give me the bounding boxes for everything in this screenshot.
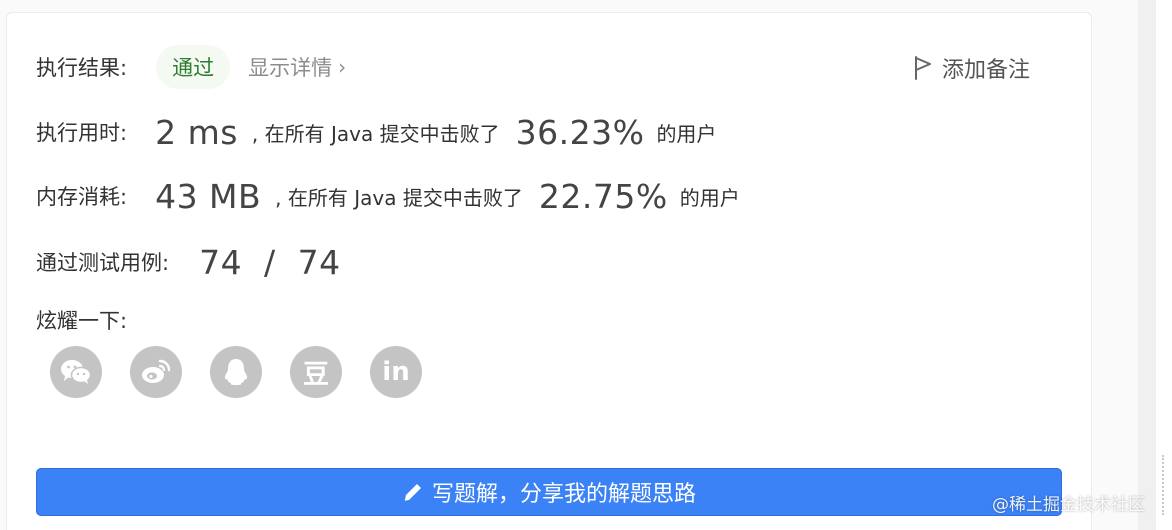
wechat-icon — [61, 360, 92, 384]
result-row: 执行结果: 通过 显示详情 › — [36, 45, 346, 89]
page: 执行结果: 通过 显示详情 › 添加备注 执行用时: 2 ms , 在所有 Ja… — [0, 0, 1172, 530]
right-scroll-strip — [1138, 0, 1172, 530]
watermark: @稀土掘金技术社区 — [992, 495, 1145, 515]
resize-handle[interactable] — [1162, 455, 1165, 515]
status-badge: 通过 — [156, 45, 231, 89]
share-qq-button[interactable] — [210, 346, 262, 398]
weibo-icon — [142, 359, 171, 383]
flag-icon — [915, 56, 931, 80]
share-wechat-button[interactable] — [50, 346, 102, 398]
share-label: 炫耀一下: — [36, 309, 128, 333]
memory-beat-text: , 在所有 Java 提交中击败了 — [275, 185, 523, 210]
testcases-label: 通过测试用例: — [36, 251, 170, 275]
pencil-icon — [404, 484, 421, 501]
runtime-label: 执行用时: — [36, 121, 128, 145]
share-linkedin-button[interactable]: in — [370, 346, 422, 398]
scrollbar-track[interactable] — [1138, 0, 1156, 530]
memory-label: 内存消耗: — [36, 185, 128, 209]
show-details-label: 显示详情 — [248, 56, 333, 80]
share-buttons: 豆 in — [50, 346, 450, 398]
share-row-label: 炫耀一下: — [36, 302, 127, 338]
qq-icon — [224, 359, 248, 385]
memory-percent: 22.75% — [538, 176, 668, 216]
testcases-value: 74 / 74 — [199, 242, 341, 282]
runtime-row: 执行用时: 2 ms , 在所有 Java 提交中击败了 36.23% 的用户 — [36, 110, 716, 154]
runtime-suffix: 的用户 — [656, 121, 717, 146]
memory-row: 内存消耗: 43 MB , 在所有 Java 提交中击败了 22.75% 的用户 — [36, 174, 740, 218]
chevron-right-icon: › — [338, 55, 347, 79]
add-note-label: 添加备注 — [942, 58, 1031, 83]
share-weibo-button[interactable] — [130, 346, 182, 398]
douban-icon: 豆 — [302, 359, 329, 390]
write-solution-label: 写题解，分享我的解题思路 — [431, 482, 696, 507]
write-solution-button[interactable]: 写题解，分享我的解题思路 — [36, 468, 1062, 516]
runtime-value: 2 ms — [155, 112, 238, 152]
show-details-link[interactable]: 显示详情 › — [248, 52, 346, 82]
share-douban-button[interactable]: 豆 — [290, 346, 342, 398]
result-label: 执行结果: — [36, 56, 128, 80]
memory-value: 43 MB — [155, 176, 262, 216]
linkedin-icon: in — [382, 357, 410, 387]
memory-suffix: 的用户 — [679, 185, 740, 210]
runtime-beat-text: , 在所有 Java 提交中击败了 — [251, 121, 500, 146]
runtime-percent: 36.23% — [515, 112, 645, 152]
testcases-row: 通过测试用例: 74 / 74 — [36, 240, 341, 284]
add-note-button[interactable]: 添加备注 — [912, 50, 1030, 86]
